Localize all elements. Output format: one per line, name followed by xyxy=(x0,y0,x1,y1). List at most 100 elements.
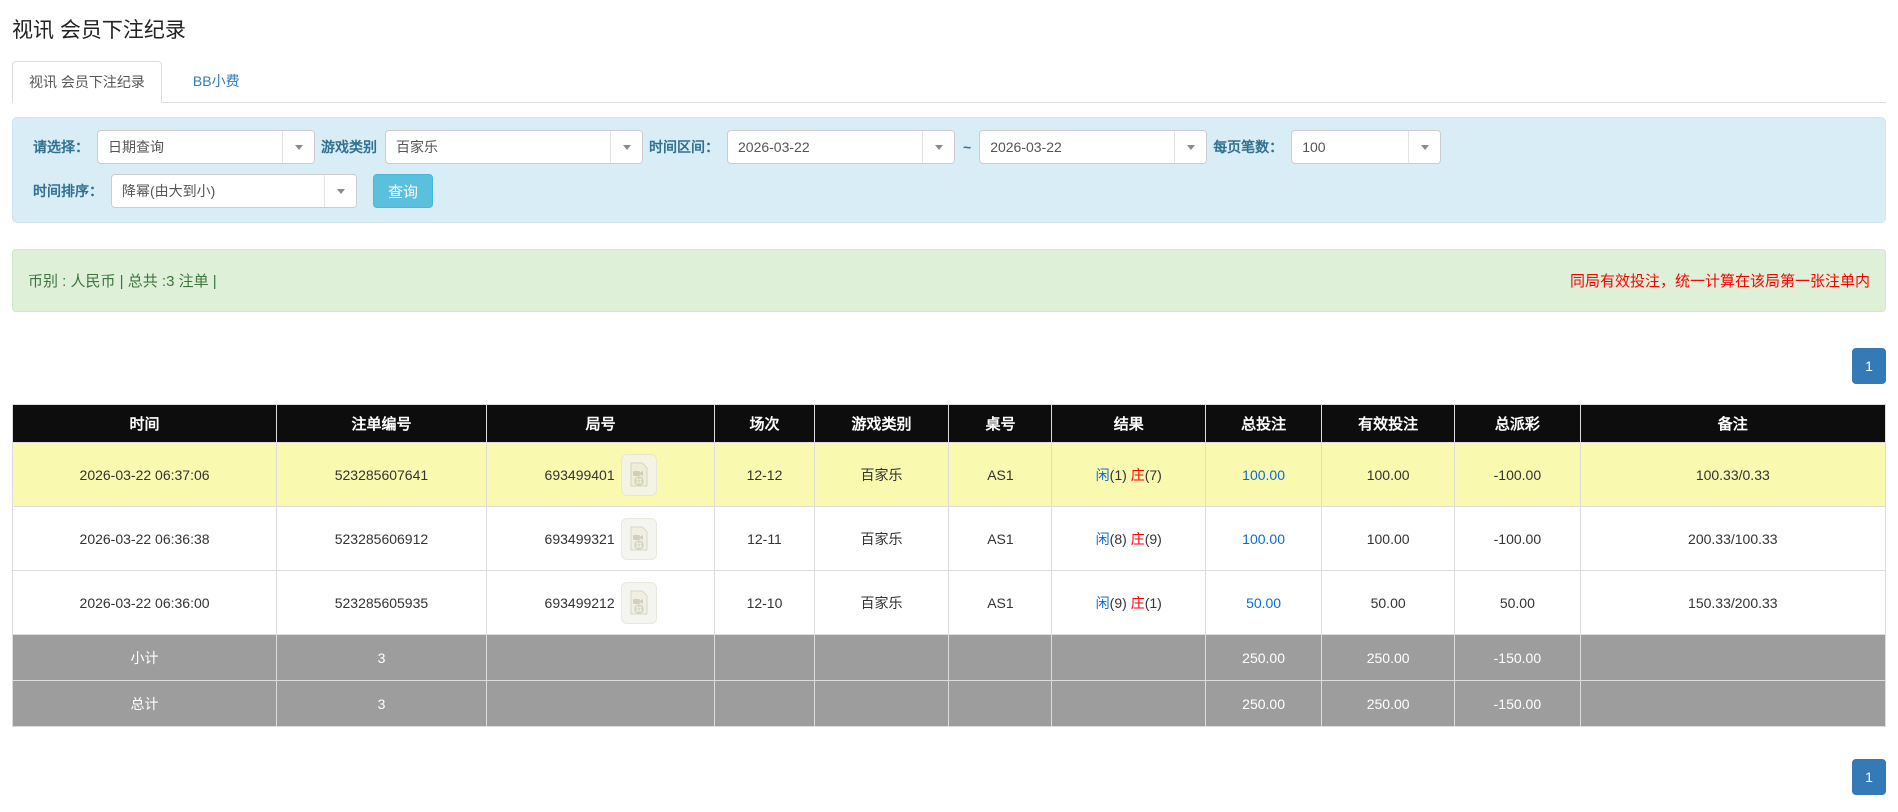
col-payout: 总派彩 xyxy=(1454,404,1581,443)
cell-remark: 100.33/0.33 xyxy=(1579,442,1887,507)
cell-game-type: 百家乐 xyxy=(813,442,950,507)
grand-total-total-bet: 250.00 xyxy=(1205,680,1323,727)
total-bet-link[interactable]: 100.00 xyxy=(1242,467,1285,483)
cell-bet-id: 523285607641 xyxy=(276,442,487,507)
chevron-down-icon[interactable] xyxy=(282,131,314,163)
tilde-separator: ~ xyxy=(963,139,972,155)
cell-table-no: AS1 xyxy=(948,442,1053,507)
chevron-down-icon[interactable] xyxy=(1174,131,1207,163)
select-type-dropdown[interactable]: 日期查询 xyxy=(97,130,315,164)
result-player-num: (8) xyxy=(1109,530,1127,547)
time-sort-value: 降幂(由大到小) xyxy=(122,183,216,199)
cell-total-bet: 100.00 xyxy=(1205,442,1323,507)
cell-table-no: AS1 xyxy=(948,570,1053,635)
cell-time: 2026-03-22 06:37:06 xyxy=(11,442,278,507)
cell-total-bet: 50.00 xyxy=(1205,570,1323,635)
cell-game-type: 百家乐 xyxy=(813,506,950,571)
summary-bar: 币别 : 人民币 | 总共 :3 注单 | 同局有效投注，统一计算在该局第一张注… xyxy=(12,249,1886,312)
summary-currency-count: 币别 : 人民币 | 总共 :3 注单 | xyxy=(28,273,217,290)
result-banker-num: (7) xyxy=(1144,466,1162,483)
cell-result: 闲(9) 庄(1) xyxy=(1051,570,1207,635)
grand-total-valid-bet: 250.00 xyxy=(1321,680,1456,727)
per-page-label: 每页笔数： xyxy=(1213,139,1284,155)
grand-total-payout: -150.00 xyxy=(1454,680,1581,727)
col-remark: 备注 xyxy=(1579,404,1887,443)
grand-total-row: 总计 3 250.00 250.00 -150.00 xyxy=(11,680,1887,727)
video-replay-icon[interactable] xyxy=(620,453,657,496)
cell-remark: 150.33/200.33 xyxy=(1579,570,1887,635)
subtotal-label: 小计 xyxy=(11,634,278,681)
result-banker-num: (1) xyxy=(1144,594,1162,611)
total-bet-link[interactable]: 50.00 xyxy=(1246,595,1281,611)
per-page-value: 100 xyxy=(1302,139,1326,155)
result-player-label: 闲 xyxy=(1095,466,1110,483)
subtotal-count: 3 xyxy=(276,634,487,681)
per-page-dropdown[interactable]: 100 xyxy=(1291,130,1442,164)
cell-payout: 50.00 xyxy=(1454,570,1581,635)
time-sort-label: 时间排序： xyxy=(33,183,103,199)
tab-betting-records[interactable]: 视讯 会员下注纪录 xyxy=(12,61,162,103)
tab-bb-tip[interactable]: BB小费 xyxy=(176,60,257,102)
result-player-num: (1) xyxy=(1109,466,1127,483)
cell-round-id: 693499321 xyxy=(485,506,716,571)
result-player-label: 闲 xyxy=(1095,530,1110,547)
select-type-value: 日期查询 xyxy=(108,139,164,155)
filter-row-1: 请选择： 日期查询 游戏类别 百家乐 时间区间： 2026-03-22 ~ 20… xyxy=(27,130,1871,164)
result-player-num: (9) xyxy=(1109,594,1127,611)
page-button-1[interactable]: 1 xyxy=(1852,348,1886,384)
betting-records-table: 时间 注单编号 局号 场次 游戏类别 桌号 结果 总投注 有效投注 总派彩 备注… xyxy=(11,404,1887,727)
summary-notice: 同局有效投注，统一计算在该局第一张注单内 xyxy=(1569,273,1870,290)
cell-payout: -100.00 xyxy=(1454,506,1581,571)
cell-session: 12-12 xyxy=(714,442,815,507)
filter-row-2: 时间排序： 降幂(由大到小) 查询 xyxy=(27,174,1871,208)
date-to-dropdown[interactable]: 2026-03-22 xyxy=(979,130,1208,164)
col-bet-id: 注单编号 xyxy=(276,404,487,443)
cell-payout: -100.00 xyxy=(1454,442,1581,507)
date-from-dropdown[interactable]: 2026-03-22 xyxy=(727,130,955,164)
pagination-bottom: 1 xyxy=(12,759,1886,795)
cell-result: 闲(1) 庄(7) xyxy=(1051,442,1207,507)
col-round-id: 局号 xyxy=(485,404,716,443)
cell-result: 闲(8) 庄(9) xyxy=(1051,506,1207,571)
game-type-label: 游戏类别 xyxy=(321,139,377,155)
col-table-no: 桌号 xyxy=(948,404,1053,443)
game-type-dropdown[interactable]: 百家乐 xyxy=(385,130,643,164)
cell-valid-bet: 100.00 xyxy=(1321,442,1456,507)
cell-round-id: 693499212 xyxy=(485,570,716,635)
pagination-top: 1 xyxy=(12,348,1886,384)
chevron-down-icon[interactable] xyxy=(324,175,356,207)
date-from-value: 2026-03-22 xyxy=(738,139,810,155)
cell-session: 12-11 xyxy=(714,506,815,571)
col-result: 结果 xyxy=(1051,404,1207,443)
page-title: 视讯 会员下注纪录 xyxy=(12,19,186,42)
filter-panel: 请选择： 日期查询 游戏类别 百家乐 时间区间： 2026-03-22 ~ 20… xyxy=(12,117,1886,223)
subtotal-total-bet: 250.00 xyxy=(1205,634,1323,681)
cell-session: 12-10 xyxy=(714,570,815,635)
time-sort-dropdown[interactable]: 降幂(由大到小) xyxy=(111,174,357,208)
video-replay-icon[interactable] xyxy=(620,517,657,560)
chevron-down-icon[interactable] xyxy=(610,131,642,163)
col-session: 场次 xyxy=(714,404,815,443)
cell-game-type: 百家乐 xyxy=(813,570,950,635)
total-bet-link[interactable]: 100.00 xyxy=(1242,531,1285,547)
game-type-value: 百家乐 xyxy=(396,139,438,155)
chevron-down-icon[interactable] xyxy=(922,131,954,163)
page-button-1[interactable]: 1 xyxy=(1852,759,1886,795)
cell-bet-id: 523285606912 xyxy=(276,506,487,571)
table-row: 2026-03-22 06:36:38 523285606912 6934993… xyxy=(11,506,1887,571)
result-player-label: 闲 xyxy=(1095,594,1110,611)
round-id-text: 693499321 xyxy=(544,530,615,547)
chevron-down-icon[interactable] xyxy=(1408,131,1441,163)
round-id-text: 693499212 xyxy=(544,594,615,611)
tab-bar: 视讯 会员下注纪录 BB小费 xyxy=(12,60,1886,103)
col-total-bet: 总投注 xyxy=(1205,404,1323,443)
subtotal-payout: -150.00 xyxy=(1454,634,1581,681)
video-replay-icon[interactable] xyxy=(620,581,657,624)
table-row: 2026-03-22 06:36:00 523285605935 6934992… xyxy=(11,570,1887,635)
result-banker-label: 庄 xyxy=(1130,466,1145,483)
cell-table-no: AS1 xyxy=(948,506,1053,571)
subtotal-row: 小计 3 250.00 250.00 -150.00 xyxy=(11,634,1887,681)
query-button[interactable]: 查询 xyxy=(373,174,434,208)
main-container: 视讯 会员下注纪录 视讯 会员下注纪录 BB小费 请选择： 日期查询 游戏类别 … xyxy=(0,0,1898,795)
cell-bet-id: 523285605935 xyxy=(276,570,487,635)
